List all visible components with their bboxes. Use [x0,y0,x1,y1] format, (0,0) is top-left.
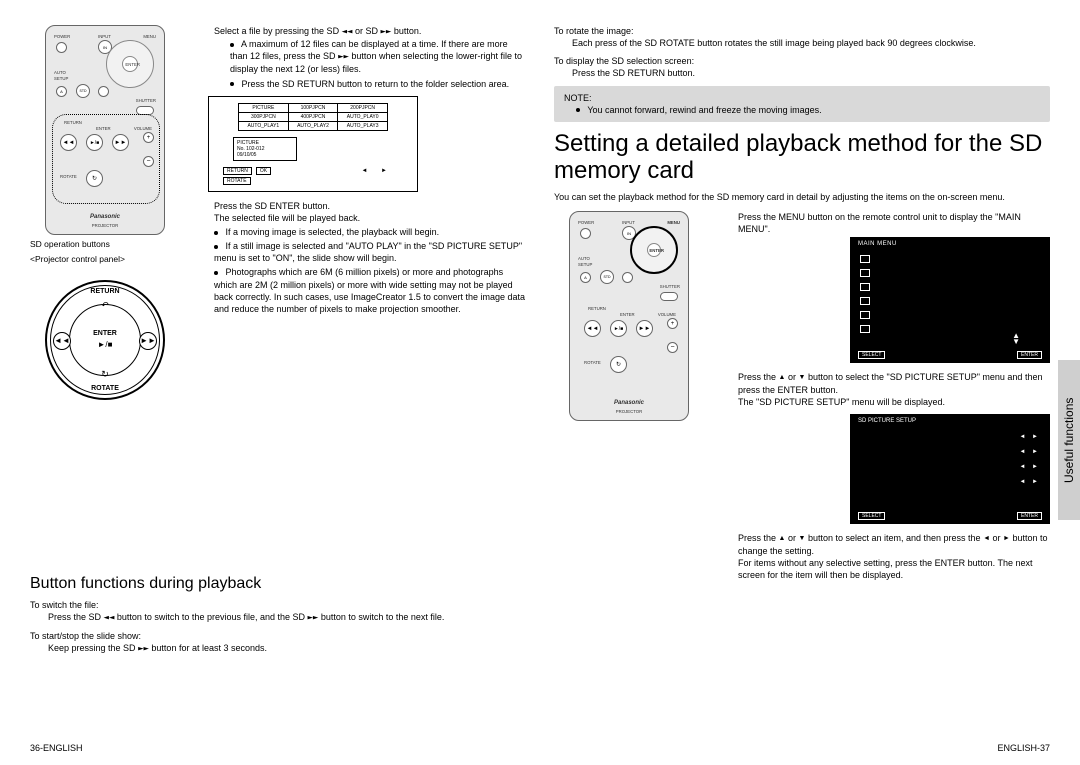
rewind-icon: ◄◄ [342,27,353,37]
remote-label-enter-sd: ENTER [96,126,111,131]
remote-control-diagram-2: POWER INPUT MENU IN ENTER AUTO SETUP A S… [569,211,689,421]
step-r1: Press the MENU button on the remote cont… [718,211,1050,235]
remote-label-shutter: SHUTTER [136,98,156,103]
bullet-icon [214,231,218,235]
remote-label-input: INPUT [98,34,111,39]
remote-projector-label: PROJECTOR [46,223,164,228]
step-select-text-a: Select a file by pressing the SD [214,26,342,36]
circle-rotate-label: ROTATE [47,385,163,392]
rewind-icon: ◄◄ [104,613,115,623]
remote-caption-2: <Projector control panel> [30,254,180,265]
step-select-file: Select a file by pressing the SD ◄◄ or S… [194,25,526,90]
button-functions-heading: Button functions during playback [30,575,526,593]
remote-label-return: RETURN [64,120,82,125]
sd-screen-mock: PICTURE100PJPCN200PJPCN 300PJPCN400PJPCN… [208,96,418,192]
step-r3-sub: For items without any selective setting,… [738,557,1050,581]
bullet-icon [576,108,580,112]
setting-intro: You can set the playback method for the … [554,191,1050,203]
remote-label-volume: VOLUME [134,126,152,131]
forward-icon: ►► [338,52,349,62]
sd-picture-setup-mock: SD PICTURE SETUP ◄ ► ◄ ► ◄ ► ◄ ► SELECT … [850,414,1050,524]
screen-ok-btn: OK [256,167,271,175]
screen-return-btn: RETURN [223,167,252,175]
step-r1-text: Press the MENU button on the remote cont… [738,211,1050,235]
step4-bullet-3: Photographs which are 6M (6 million pixe… [214,267,525,313]
menu-enter-label: ENTER [1017,351,1042,359]
remote-label-rotate: ROTATE [60,174,77,179]
step-r2: Press the ▲ or ▼ button to select the "S… [718,371,1050,408]
rotate-title: To rotate the image: [554,25,1050,37]
remote-label-menu: MENU [143,34,156,39]
note-body: You cannot forward, rewind and freeze th… [587,105,821,115]
footer-right: ENGLISH-37 [997,743,1050,753]
down-triangle-icon: ▼ [799,534,806,543]
circle-play-label: ►/■ [47,340,163,349]
remote-caption-1: SD operation buttons [30,239,180,250]
step-select-text-b: button. [394,26,422,36]
remote-label-enter-top: ENTER [125,62,140,67]
step4-bullet-2: If a still image is selected and "AUTO P… [214,241,522,263]
screen-rotate-btn: ROTATE [223,177,251,185]
up-triangle-icon: ▲ [779,534,786,543]
circular-control-panel: RETURN ↶ ◄◄ ►► ENTER ►/■ ↻ ROTATE [45,280,165,400]
bullet-icon [230,43,234,47]
forward-icon: ►► [308,613,319,623]
down-triangle-icon: ▼ [799,373,806,382]
side-tab-useful-functions: Useful functions [1058,360,1080,520]
step-r2-sub: The "SD PICTURE SETUP" menu will be disp… [738,396,1050,408]
step-r3: Press the ▲ or ▼ button to select an ite… [718,532,1050,581]
bfp-switch-title: To switch the file: [30,599,526,611]
remote-label-power: POWER [54,34,70,39]
right-triangle-icon: ► [1003,534,1010,543]
rotate-body: Each press of the SD ROTATE button rotat… [554,37,1050,49]
forward-icon: ►► [380,27,391,37]
remote-brand: Panasonic [46,214,164,220]
step-select-text-mid: or SD [355,26,381,36]
left-triangle-icon: ◄ [983,534,990,543]
forward-icon: ►► [138,644,149,654]
remote-control-diagram: POWER INPUT MENU IN ENTER AUTO SETUP A S… [45,25,165,235]
remote-label-setup: SETUP [54,76,68,81]
step4-bullet-1: If a moving image is selected, the playb… [226,227,440,237]
main-menu-title: MAIN MENU [858,241,897,247]
bfp-slideshow-title: To start/stop the slide show: [30,630,526,642]
note-box: NOTE: You cannot forward, rewind and fre… [554,86,1050,122]
bullet-icon [214,245,218,249]
remote-label-auto: AUTO [54,70,66,75]
circle-return-label: RETURN [47,288,163,295]
note-label: NOTE: [564,92,1040,104]
spm-title: SD PICTURE SETUP [858,418,916,424]
up-triangle-icon: ▲ [779,373,786,382]
circle-enter-label: ENTER [47,330,163,337]
remote-label-menu-bold: MENU [667,220,680,225]
step-sub-2: Press the SD RETURN button to return to … [242,79,510,89]
footer-left: 36-ENGLISH [30,743,83,753]
menu-select-label: SELECT [858,351,885,359]
bullet-icon [214,271,218,275]
selscreen-title: To display the SD selection screen: [554,55,1050,67]
bullet-icon [230,82,234,86]
setting-playback-heading: Setting a detailed playback method for t… [554,130,1050,185]
main-menu-mock: MAIN MENU ▲▼ SELECT ENTER [850,237,1050,363]
selscreen-body: Press the SD RETURN button. [554,67,1050,79]
step-press-enter: Press the SD ENTER button. The selected … [194,200,526,315]
step4-text: Press the SD ENTER button. [214,200,526,212]
step4-sub: The selected file will be played back. [214,212,526,224]
